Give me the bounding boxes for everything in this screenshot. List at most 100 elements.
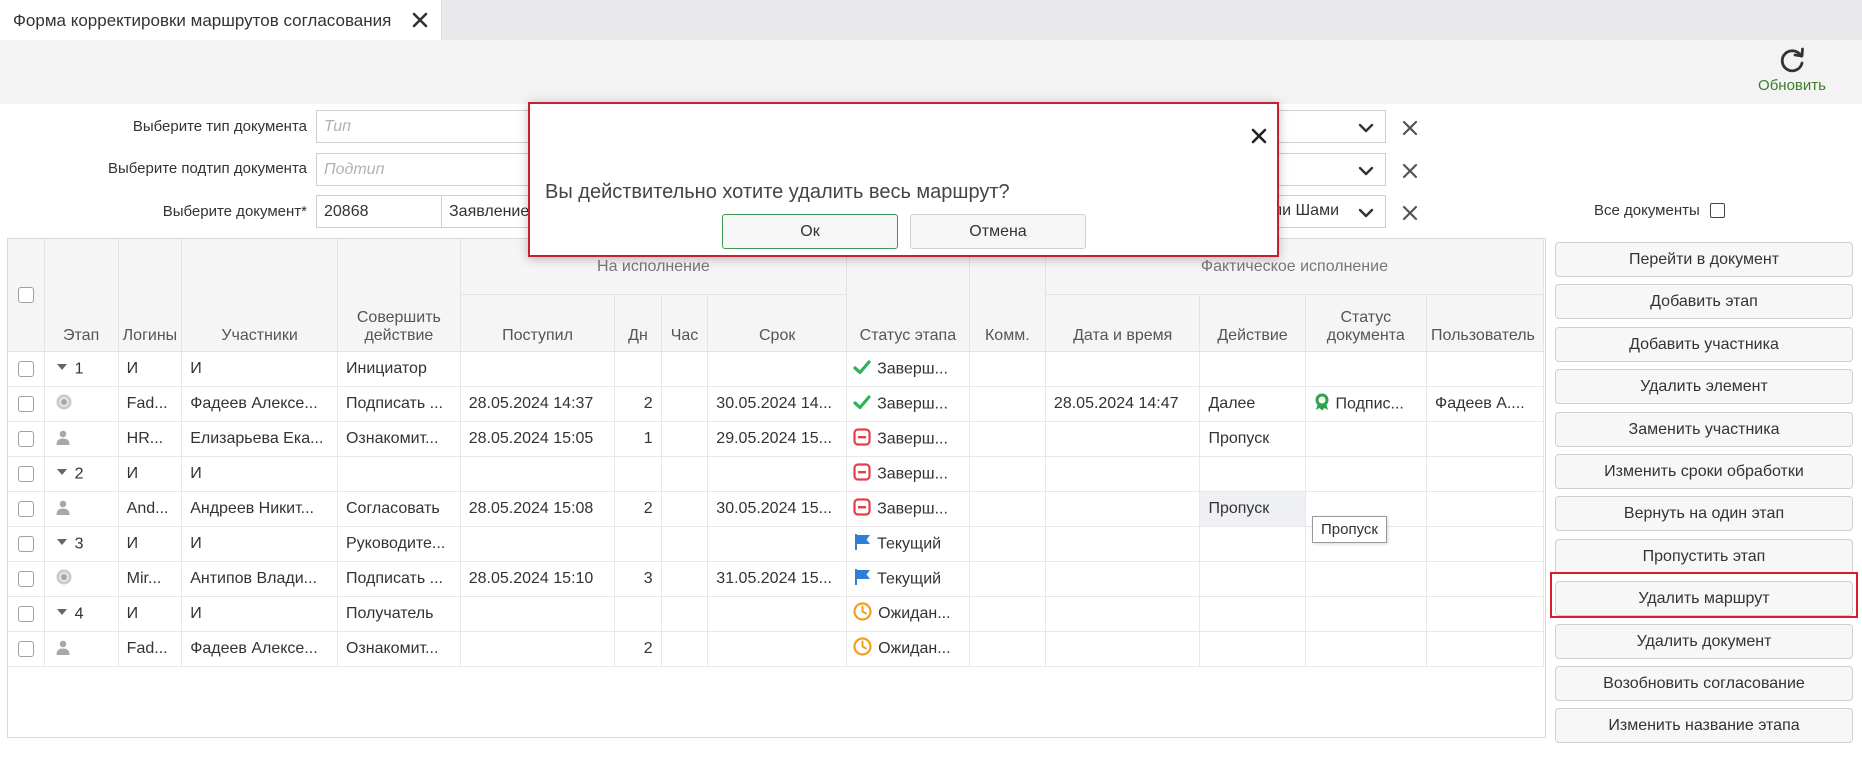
cell-received: 28.05.2024 14:37 — [459, 386, 616, 422]
cell-user — [1426, 351, 1544, 387]
document-name-value: Заявление — [449, 202, 530, 220]
cell-status: Текущий — [846, 526, 970, 562]
clear-doc-subtype-icon[interactable] — [1400, 161, 1420, 181]
all-documents-checkbox[interactable] — [1710, 203, 1725, 218]
cell-select — [8, 491, 45, 527]
cell-action: Ознакомит... — [336, 421, 461, 457]
go-to-document-button[interactable]: Перейти в документ — [1555, 242, 1853, 277]
doc-subtype-input[interactable]: Подтип — [316, 153, 531, 186]
col-action[interactable]: Совершить действие — [336, 239, 461, 352]
person-icon — [55, 429, 71, 450]
row-checkbox[interactable] — [17, 500, 34, 517]
document-number-input[interactable]: 20868 — [316, 195, 442, 228]
refresh-label: Обновить — [1758, 77, 1826, 94]
status-text: Ожидан... — [878, 640, 951, 658]
ok-button[interactable]: Ок — [722, 214, 898, 249]
skip-stage-button[interactable]: Пропустить этап — [1555, 538, 1853, 574]
col-user[interactable]: Пользователь — [1426, 294, 1544, 352]
cell-status: Заверш... — [846, 351, 970, 387]
cell-status: Ожидан... — [846, 631, 970, 667]
col-deadline[interactable]: Срок — [707, 294, 848, 352]
col-act[interactable]: Действие — [1199, 294, 1306, 352]
cell-status: Заверш... — [846, 421, 970, 457]
cell-login: И — [117, 351, 183, 387]
select-all-cell — [8, 239, 45, 352]
return-one-stage-button[interactable]: Вернуть на один этап — [1555, 496, 1853, 532]
col-doc-status[interactable]: Статус документа — [1304, 294, 1428, 352]
expand-arrow-icon[interactable] — [55, 465, 69, 484]
add-stage-button[interactable]: Добавить этап — [1555, 284, 1853, 320]
cell-days — [614, 526, 662, 562]
chevron-down-icon[interactable] — [1357, 204, 1375, 222]
cell-doc_status — [1304, 421, 1428, 457]
cancel-button[interactable]: Отмена — [910, 214, 1086, 249]
tooltip: Пропуск — [1312, 516, 1387, 543]
stage-text: 4 — [74, 605, 84, 623]
col-participants[interactable]: Участники — [181, 239, 338, 352]
cell-stage: 3 — [43, 526, 119, 562]
rename-stage-button[interactable]: Изменить название этапа — [1555, 708, 1853, 744]
login-text: HR... — [126, 430, 164, 447]
table-row[interactable]: Fad... Фадеев Алексе... Подписать ... 28.05… — [8, 386, 1544, 422]
all-documents-label: Все документы — [1594, 202, 1700, 219]
clear-document-icon[interactable] — [1400, 203, 1420, 223]
participant-text: Андреев Никит... — [190, 500, 314, 517]
cell-stage — [43, 631, 119, 667]
row-checkbox[interactable] — [17, 570, 34, 587]
refresh-button[interactable]: Обновить — [1752, 46, 1832, 102]
resume-approval-button[interactable]: Возобновить согласование — [1555, 666, 1853, 701]
col-stage[interactable]: Этап — [43, 239, 119, 352]
table-row[interactable]: 4 И И Получатель Ожидан... — [8, 596, 1544, 632]
col-hours[interactable]: Час — [660, 294, 709, 352]
expand-arrow-icon[interactable] — [55, 605, 69, 624]
table-row[interactable]: HR... Елизарьева Ека... Ознакомит... 28.05.… — [8, 421, 1544, 457]
status-text: Заверш... — [877, 360, 948, 378]
doc-type-input[interactable]: Тип — [316, 110, 531, 143]
cell-comm — [968, 456, 1046, 492]
status-text: Заверш... — [877, 500, 948, 518]
row-checkbox[interactable] — [17, 640, 34, 657]
row-checkbox[interactable] — [17, 535, 34, 552]
expand-arrow-icon[interactable] — [55, 360, 69, 379]
row-checkbox[interactable] — [17, 360, 34, 377]
confirm-dialog: Вы действительно хотите удалить весь мар… — [528, 102, 1279, 257]
cell-days — [614, 456, 662, 492]
chevron-down-icon[interactable] — [1357, 119, 1375, 137]
col-days[interactable]: Дн — [614, 294, 662, 352]
table-row[interactable]: 1 И И Инициатор Заверш... — [8, 351, 1544, 387]
document-name-input[interactable]: Заявление — [441, 195, 531, 228]
table-row[interactable]: Mir... Антипов Влади... Подписать ... 28.05… — [8, 561, 1544, 597]
table-row[interactable]: Fad... Фадеев Алексе... Ознакомит... 2 Ожида… — [8, 631, 1544, 667]
chevron-down-icon[interactable] — [1357, 162, 1375, 180]
cell-datetime — [1044, 631, 1201, 667]
delete-document-button[interactable]: Удалить документ — [1555, 623, 1853, 659]
table-row[interactable]: 2 И И Заверш... — [8, 456, 1544, 492]
expand-arrow-icon[interactable] — [55, 535, 69, 554]
add-participant-button[interactable]: Добавить участника — [1555, 326, 1853, 362]
clock-icon — [853, 602, 872, 626]
cell-comm — [968, 631, 1046, 667]
row-checkbox[interactable] — [17, 605, 34, 622]
delete-element-button[interactable]: Удалить элемент — [1555, 369, 1853, 405]
action-text: Ознакомит... — [345, 640, 439, 657]
close-icon[interactable] — [1249, 126, 1269, 146]
row-checkbox[interactable] — [17, 465, 34, 482]
close-icon[interactable] — [409, 9, 431, 31]
cell-days: 3 — [614, 561, 662, 597]
tab-route-correction[interactable]: Форма корректировки маршрутов согласован… — [0, 0, 442, 41]
cell-select — [8, 421, 45, 457]
change-deadlines-button[interactable]: Изменить сроки обработки — [1555, 454, 1853, 489]
empty-area — [8, 667, 1544, 738]
row-checkbox[interactable] — [17, 430, 34, 447]
col-datetime[interactable]: Дата и время — [1044, 294, 1201, 352]
col-logins[interactable]: Логины — [117, 239, 183, 352]
cell-received — [459, 351, 616, 387]
replace-participant-button[interactable]: Заменить участника — [1555, 411, 1853, 447]
col-received[interactable]: Поступил — [459, 294, 616, 352]
clear-doc-type-icon[interactable] — [1400, 118, 1420, 138]
row-checkbox[interactable] — [17, 395, 34, 412]
select-all-checkbox[interactable] — [17, 286, 34, 303]
participant-text: И — [190, 360, 202, 377]
route-grid: Этап Логины Участники Совершить действие… — [7, 238, 1546, 738]
clock-icon — [853, 637, 872, 661]
